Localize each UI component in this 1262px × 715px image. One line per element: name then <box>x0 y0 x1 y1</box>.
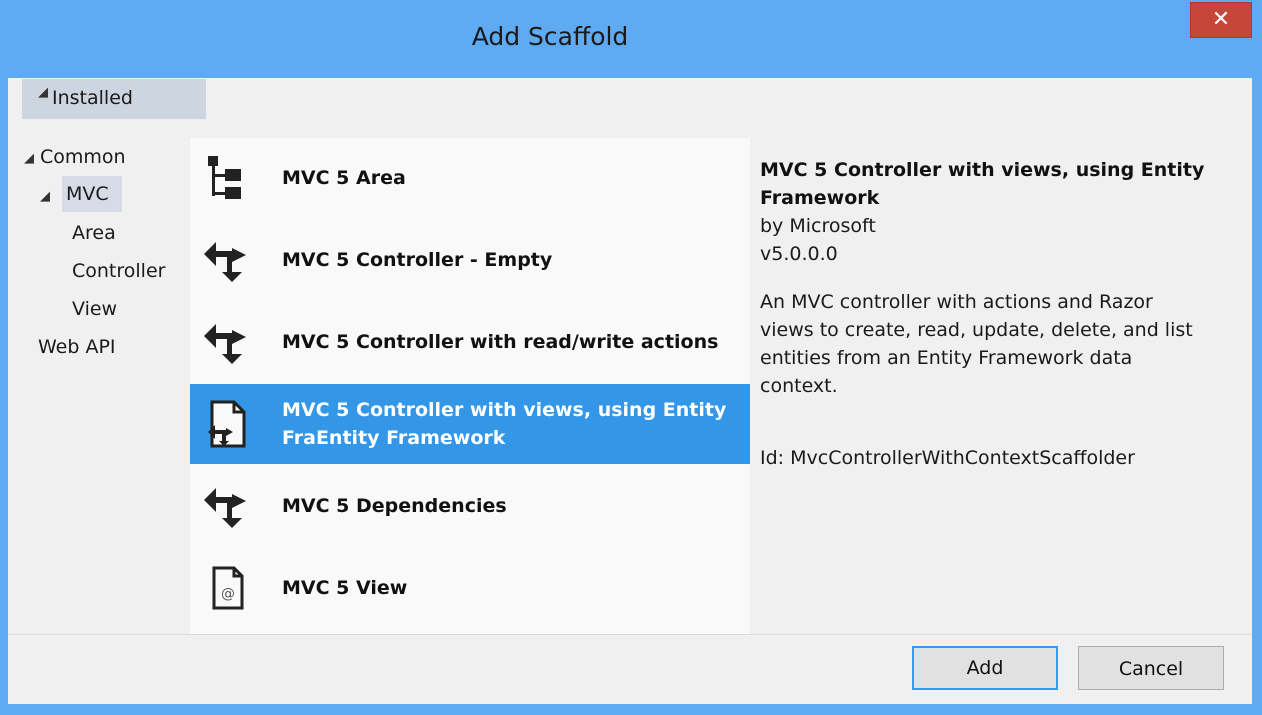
list-item-mvc5-view[interactable]: @ MVC 5 View <box>190 548 750 628</box>
list-item-label: MVC 5 Area <box>282 167 406 189</box>
tree-item-view[interactable]: View <box>72 298 117 320</box>
list-item-label: MVC 5 Controller with views, using Entit… <box>282 384 742 464</box>
list-item-mvc5-controller-views-ef[interactable]: MVC 5 Controller with views, using Entit… <box>190 384 750 464</box>
tree-item-common[interactable]: Common <box>40 146 126 168</box>
details-title-line1: MVC 5 Controller with views, using Entit… <box>760 159 1205 181</box>
installed-node[interactable]: ◢ Installed <box>22 79 206 119</box>
details-description-line3: entities from an Entity Framework data <box>760 347 1133 369</box>
tree-item-controller[interactable]: Controller <box>72 260 165 282</box>
details-author: by Microsoft <box>760 215 876 237</box>
close-button[interactable]: ✕ <box>1190 2 1252 38</box>
expand-arrow-icon: ◢ <box>38 85 48 100</box>
list-item-label: MVC 5 Controller - Empty <box>282 249 553 271</box>
category-header: ◢ Installed <box>8 78 1252 119</box>
cancel-button[interactable]: Cancel <box>1078 646 1224 690</box>
details-id: Id: MvcControllerWithContextScaffolder <box>760 447 1135 469</box>
details-version: v5.0.0.0 <box>760 243 838 265</box>
details-title-line2: Framework <box>760 187 880 209</box>
tree-expand-mvc-icon[interactable]: ◢ <box>40 189 50 204</box>
controller-icon <box>204 324 246 364</box>
dialog-client-area: ◢ Installed ◢ Common ◢ MVC Area Controll… <box>8 78 1252 704</box>
details-description-line4: context. <box>760 375 838 397</box>
scaffold-list[interactable]: MVC 5 Area MVC 5 Controller - Empty MVC … <box>190 138 750 634</box>
add-scaffold-dialog: Add Scaffold ✕ ◢ Installed ◢ Common ◢ MV… <box>0 0 1262 715</box>
list-item-label: MVC 5 Controller with read/write actions <box>282 331 719 353</box>
list-item-label: MVC 5 Dependencies <box>282 495 507 517</box>
details-title: MVC 5 Controller with views, using Entit… <box>760 156 1240 212</box>
tree-item-area[interactable]: Area <box>72 222 116 244</box>
list-item-label-line2: FraEntity Framework <box>282 427 506 449</box>
list-item-mvc5-controller-empty[interactable]: MVC 5 Controller - Empty <box>190 220 750 300</box>
details-description-line1: An MVC controller with actions and Razor <box>760 291 1153 313</box>
tree-item-mvc[interactable]: MVC <box>66 183 109 205</box>
footer-divider <box>8 634 1252 635</box>
list-item-mvc5-controller-readwrite[interactable]: MVC 5 Controller with read/write actions <box>190 302 750 382</box>
view-icon: @ <box>212 566 244 610</box>
tree-expand-common-icon[interactable]: ◢ <box>24 151 34 166</box>
controller-icon <box>204 488 246 528</box>
category-tree: ◢ Common ◢ MVC Area Controller View Web … <box>22 136 190 632</box>
add-button[interactable]: Add <box>912 646 1058 690</box>
installed-label: Installed <box>52 87 133 109</box>
controller-icon <box>204 242 246 282</box>
list-item-mvc5-dependencies[interactable]: MVC 5 Dependencies <box>190 466 750 546</box>
list-item-label-line1: MVC 5 Controller with views, using Entit… <box>282 399 727 421</box>
area-icon <box>208 156 241 199</box>
list-item-mvc5-area[interactable]: MVC 5 Area <box>190 138 750 218</box>
details-description-line2: views to create, read, update, delete, a… <box>760 319 1193 341</box>
title-bar[interactable]: Add Scaffold ✕ <box>0 0 1262 78</box>
controller-views-icon <box>208 400 246 448</box>
list-item-label: MVC 5 View <box>282 577 408 599</box>
svg-text:@: @ <box>221 586 235 602</box>
window-title: Add Scaffold <box>471 22 629 51</box>
tree-item-web-api[interactable]: Web API <box>38 336 116 358</box>
details-panel: MVC 5 Controller with views, using Entit… <box>750 138 1252 634</box>
